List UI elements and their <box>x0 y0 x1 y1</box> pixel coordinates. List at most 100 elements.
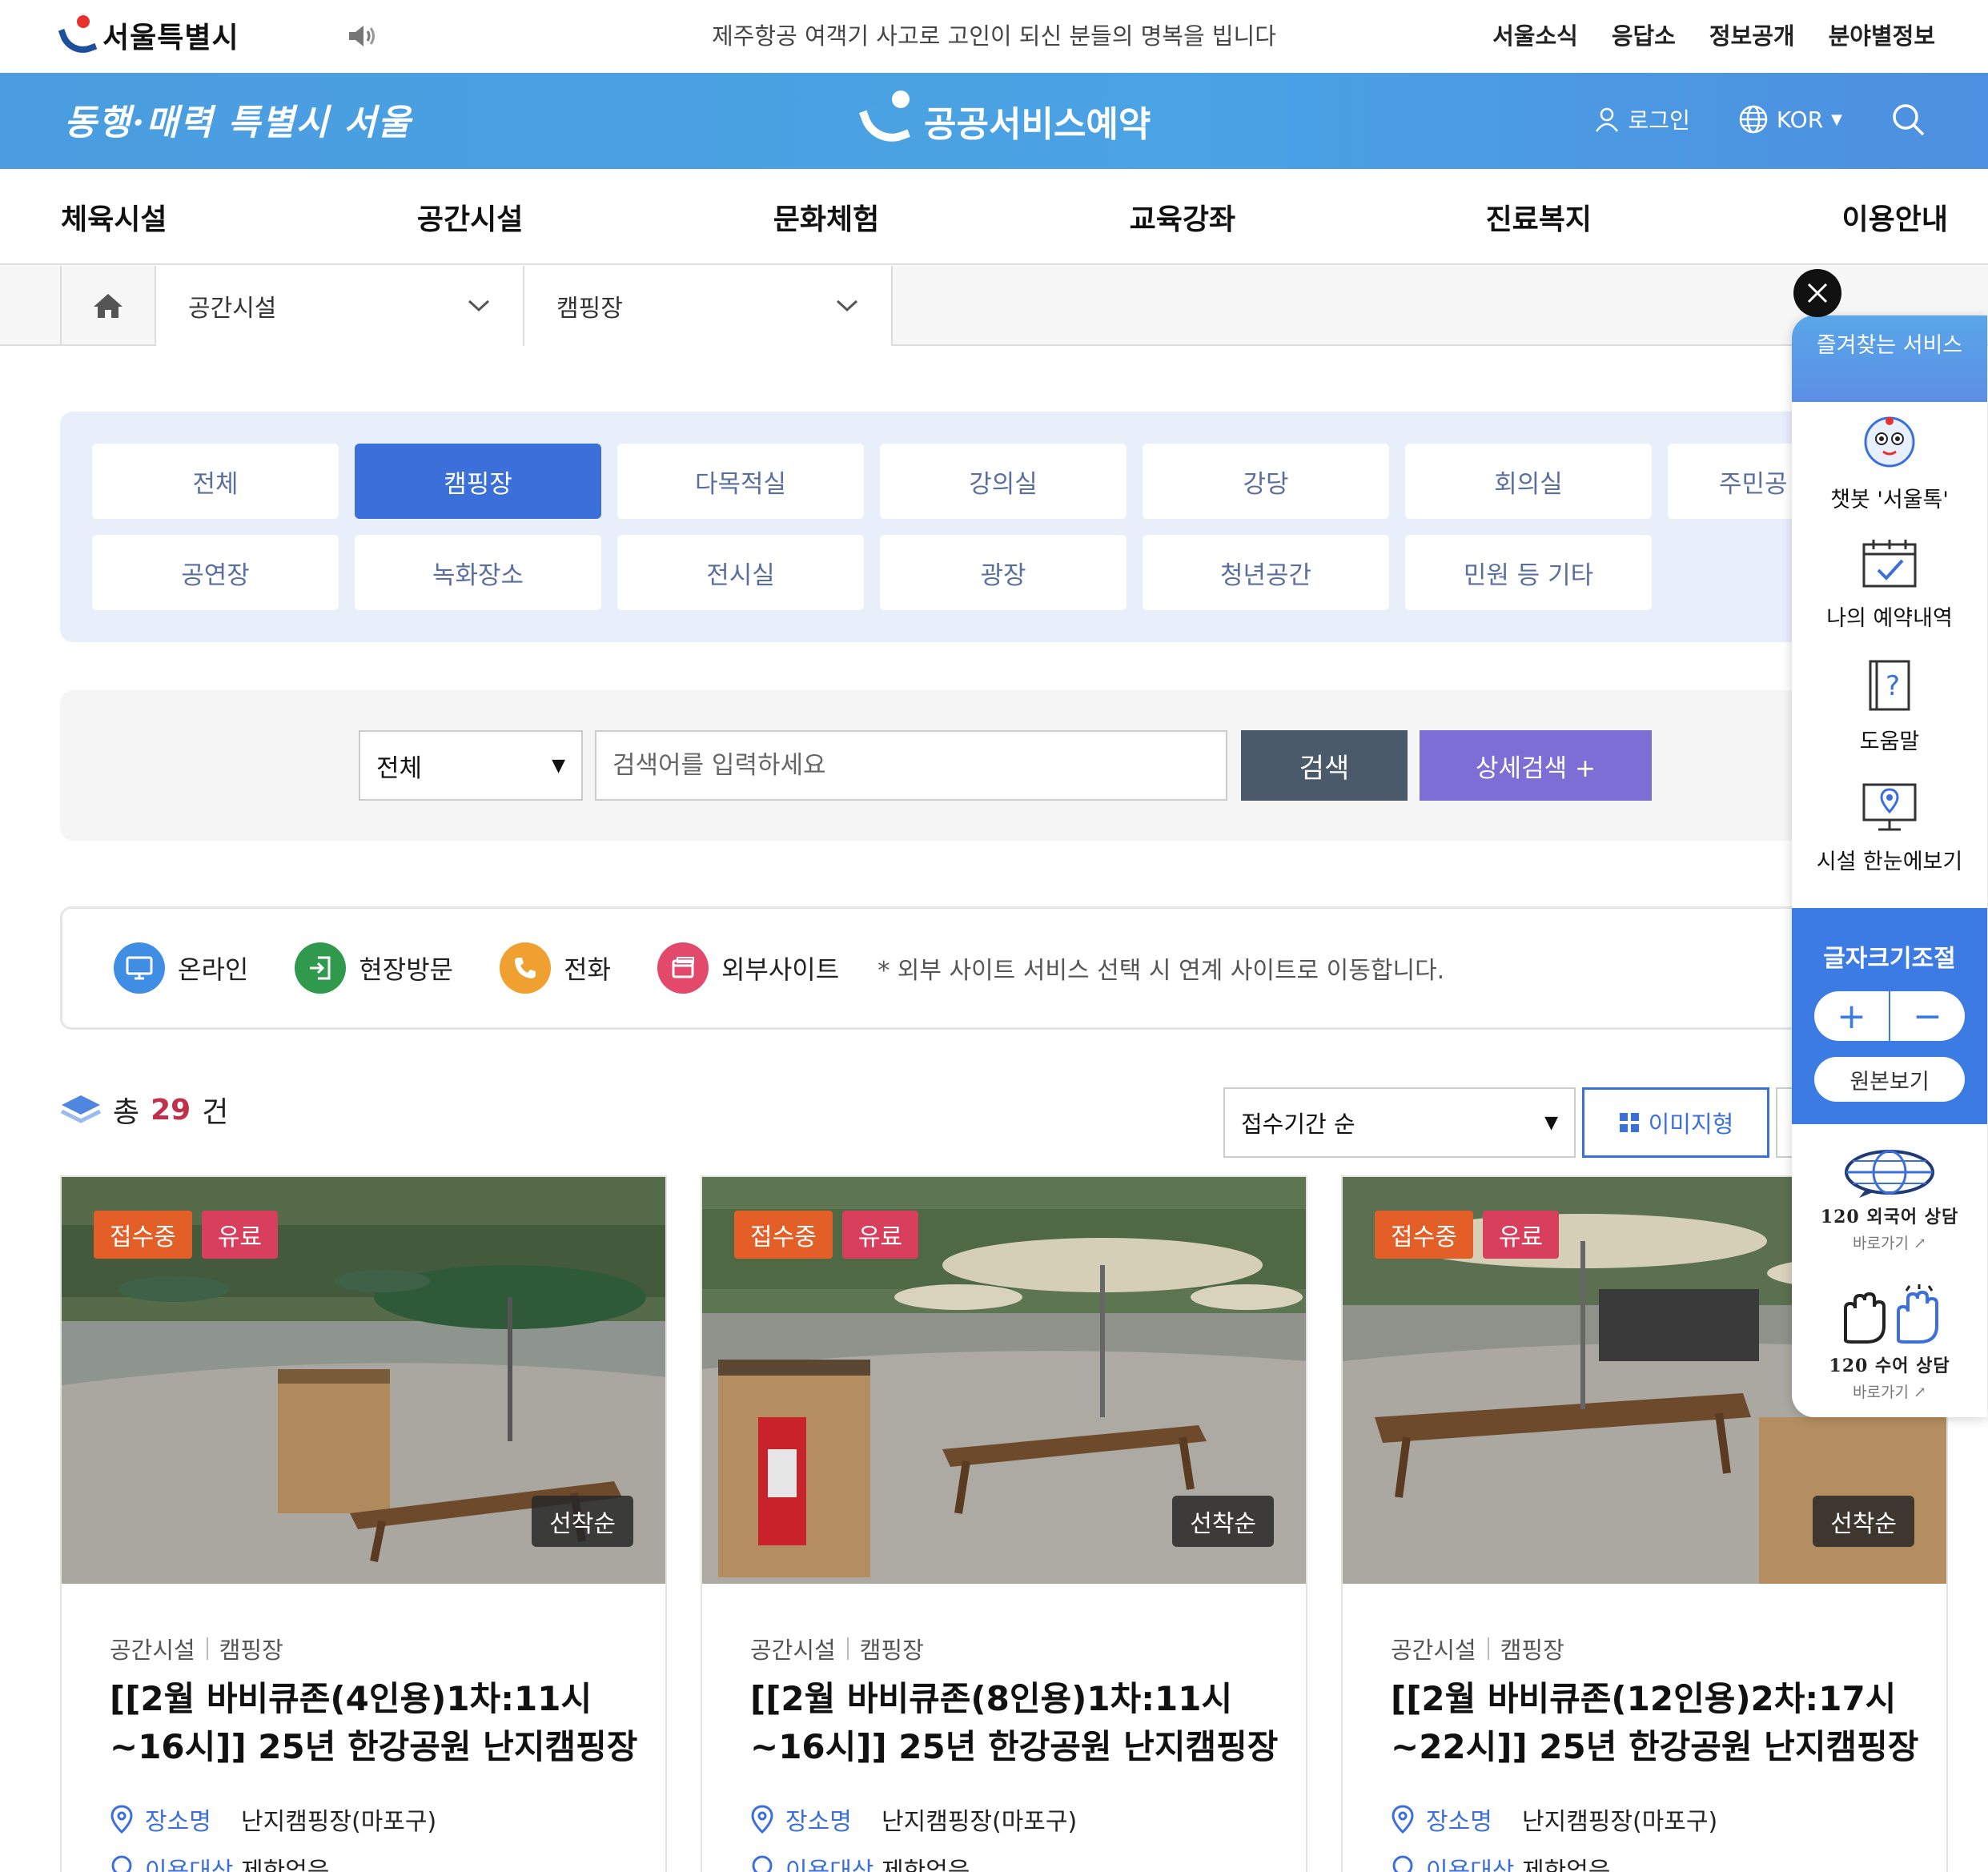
help-button[interactable]: ? 도움말 <box>1792 645 1987 767</box>
link-info-disclosure[interactable]: 정보공개 <box>1709 18 1795 51</box>
sort-value: 접수기간 순 <box>1241 1111 1355 1138</box>
breadcrumb-level1-select[interactable]: 공간시설 <box>156 266 524 346</box>
breadcrumb-level1-value: 공간시설 <box>188 295 277 323</box>
facility-card[interactable]: 접수중 유료 선착순 공간시설 캠핑장 [[2월 바비큐존(8인용)1차:11시… <box>701 1175 1307 1872</box>
home-button[interactable] <box>60 266 156 346</box>
place-label: 장소명 <box>1426 1808 1492 1836</box>
category-youth-space[interactable]: 청년공간 <box>1143 535 1389 610</box>
category-recording-place[interactable]: 녹화장소 <box>355 535 601 610</box>
seoul-logo-icon <box>58 14 98 60</box>
result-prefix: 총 <box>113 1096 140 1129</box>
search-icon[interactable] <box>1890 102 1926 137</box>
card-category-main: 공간시설 <box>750 1637 836 1664</box>
my-reservations-button[interactable]: 나의 예약내역 <box>1792 524 1987 645</box>
category-lecture-room[interactable]: 강의실 <box>880 444 1127 519</box>
top-utility-bar: 서울특별시 제주항공 여객기 사고로 고인이 되신 분들의 명복을 빕니다 서울… <box>0 0 1988 73</box>
card-title[interactable]: [[2월 바비큐존(8인용)1차:11시~16시]] 25년 한강공원 난지캠핑… <box>750 1675 1279 1771</box>
image-view-button[interactable]: 이미지형 <box>1582 1087 1769 1158</box>
status-badge: 접수중 <box>1375 1211 1473 1259</box>
target-label: 이용대상 <box>1426 1858 1515 1872</box>
external-link-icon: ↗ <box>1914 1384 1926 1401</box>
font-increase-button[interactable]: + <box>1814 991 1890 1041</box>
location-pin-icon <box>751 1805 773 1834</box>
divider <box>846 1637 849 1660</box>
language-selector[interactable]: KOR ▼ <box>1738 104 1842 135</box>
home-icon <box>94 294 122 318</box>
nav-usage-guide[interactable]: 이용안내 <box>1841 196 1947 238</box>
sign-language-consult-link[interactable]: 120 수어 상담 바로가기 ↗ <box>1792 1284 1987 1402</box>
nav-medical-welfare[interactable]: 진료복지 <box>1486 196 1592 238</box>
font-reset-button[interactable]: 원본보기 <box>1814 1057 1965 1102</box>
facility-overview-label: 시설 한눈에보기 <box>1816 849 1963 874</box>
card-category-main: 공간시설 <box>110 1637 195 1664</box>
legend-visit-label: 현장방문 <box>359 954 454 985</box>
search-scope-select[interactable]: 전체 ▼ <box>359 730 583 801</box>
category-exhibition-room[interactable]: 전시실 <box>617 535 864 610</box>
seoul-logo-text: 서울특별시 <box>102 22 239 54</box>
legend-online-label: 온라인 <box>178 954 249 985</box>
card-title[interactable]: [[2월 바비큐존(4인용)1차:11시~16시]] 25년 한강공원 난지캠핑… <box>110 1675 638 1771</box>
legend-note: * 외부 사이트 서비스 선택 시 연계 사이트로 이동합니다. <box>878 957 1445 985</box>
result-number: 29 <box>151 1093 191 1127</box>
category-etc[interactable]: 민원 등 기타 <box>1405 535 1652 610</box>
card-category-sub: 캠핑장 <box>859 1637 924 1664</box>
caret-down-icon: ▼ <box>1544 1112 1558 1133</box>
svg-text:?: ? <box>1886 670 1900 702</box>
category-multipurpose-room[interactable]: 다목적실 <box>617 444 864 519</box>
external-window-icon <box>657 942 709 994</box>
seoul-city-logo[interactable]: 서울특별시 <box>58 11 239 60</box>
card-place-row: 장소명 난지캠핑장(마포구) <box>1391 1802 1717 1837</box>
login-button[interactable]: 로그인 <box>1593 103 1690 135</box>
category-performance-hall[interactable]: 공연장 <box>92 535 339 610</box>
card-title[interactable]: [[2월 바비큐존(12인용)2차:17시~22시]] 25년 한강공원 난지캠… <box>1391 1675 1919 1771</box>
globe-chat-icon <box>1845 1150 1934 1198</box>
breadcrumb: 공간시설 캠핑장 <box>0 266 1988 346</box>
seoul-slogan[interactable]: 동행·매력 특별시 서울 <box>64 94 412 145</box>
target-value: 제한없음 <box>882 1858 970 1872</box>
detail-search-button[interactable]: 상세검색 + <box>1420 730 1652 801</box>
quick-panel-close-button[interactable] <box>1793 269 1841 317</box>
user-target-icon <box>111 1855 132 1872</box>
fee-badge: 유료 <box>841 1211 919 1259</box>
breadcrumb-level2-select[interactable]: 캠핑장 <box>524 266 893 346</box>
foreign-consult-title: 120 외국어 상담 <box>1820 1207 1959 1227</box>
category-auditorium[interactable]: 강당 <box>1143 444 1389 519</box>
legend-external: 외부사이트 <box>657 942 839 994</box>
legend-online: 온라인 <box>114 942 248 994</box>
card-place-row: 장소명 난지캠핑장(마포구) <box>750 1802 1077 1837</box>
chevron-down-icon <box>468 299 490 312</box>
nav-education-courses[interactable]: 교육강좌 <box>1130 196 1235 238</box>
external-link-icon: ↗ <box>1914 1235 1926 1252</box>
nav-sports-facilities[interactable]: 체육시설 <box>61 196 167 238</box>
foreign-language-consult-link[interactable]: 120 외국어 상담 바로가기 ↗ <box>1792 1148 1987 1253</box>
link-field-info[interactable]: 분야별정보 <box>1829 18 1935 51</box>
link-eungdapso[interactable]: 응답소 <box>1612 18 1676 51</box>
legend-visit: 현장방문 <box>295 942 453 994</box>
location-pin-icon <box>110 1805 133 1834</box>
service-logo[interactable]: 공공서비스예약 <box>857 89 1151 153</box>
card-target-row: 이용대상 제한없음 <box>110 1851 329 1872</box>
quick-panel-title: 즐겨찾는 서비스 <box>1792 315 1987 402</box>
category-plaza[interactable]: 광장 <box>880 535 1127 610</box>
card-badges: 접수중 유료 <box>1375 1211 1560 1259</box>
chatbot-seoultalk-button[interactable]: 챗봇 '서울톡' <box>1792 402 1987 524</box>
header-actions: 로그인 KOR ▼ <box>1593 102 1926 137</box>
nav-space-facilities[interactable]: 공간시설 <box>417 196 523 238</box>
card-category-sub: 캠핑장 <box>219 1637 283 1664</box>
font-decrease-button[interactable]: − <box>1890 991 1965 1041</box>
search-button[interactable]: 검색 <box>1241 730 1408 801</box>
nav-culture-experience[interactable]: 문화체험 <box>773 196 879 238</box>
grid-icon <box>1619 1113 1639 1132</box>
chevron-down-icon <box>836 299 858 312</box>
divider <box>1487 1637 1489 1660</box>
sort-select[interactable]: 접수기간 순 ▼ <box>1223 1087 1576 1158</box>
category-camping[interactable]: 캠핑장 <box>355 444 601 519</box>
facility-card[interactable]: 접수중 유료 선착순 공간시설 캠핑장 [[2월 바비큐존(4인용)1차:11시… <box>60 1175 667 1872</box>
search-input[interactable] <box>595 730 1227 801</box>
link-seoul-news[interactable]: 서울소식 <box>1492 18 1578 51</box>
facility-overview-button[interactable]: 시설 한눈에보기 <box>1792 767 1987 889</box>
place-label: 장소명 <box>785 1808 852 1836</box>
category-meeting-room[interactable]: 회의실 <box>1405 444 1652 519</box>
breadcrumb-level2-value: 캠핑장 <box>556 295 623 323</box>
category-all[interactable]: 전체 <box>92 444 339 519</box>
